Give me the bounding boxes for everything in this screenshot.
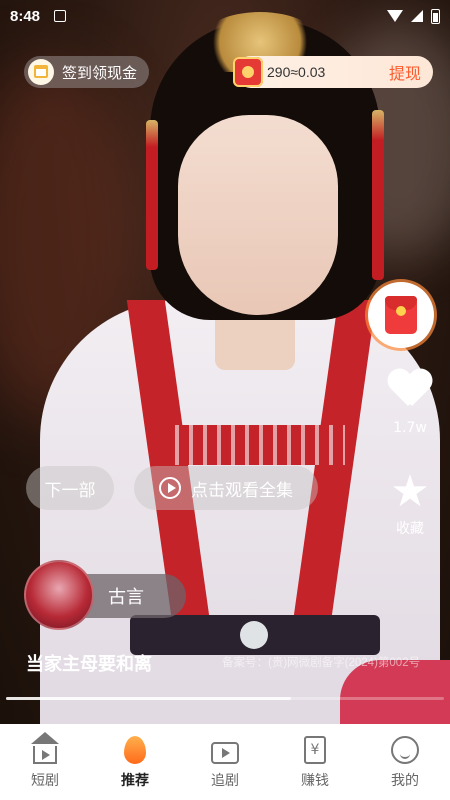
heart-icon [388,370,432,410]
filing-number: 备案号：(贵)网微剧备字(2024)第002号 [222,657,421,669]
nav-label: 推荐 [121,773,149,789]
video-progress-bar[interactable] [6,697,444,700]
jade-ornament [240,621,268,649]
wifi-icon [387,10,403,22]
nav-label: 追剧 [211,773,239,789]
next-drama-label: 下一部 [44,480,96,501]
checkin-label: 签到领现金 [62,63,138,82]
like-button[interactable]: 1.7w [380,370,440,436]
nav-label: 短剧 [31,773,59,789]
robe-embroidery [165,425,345,465]
play-icon [159,477,181,499]
favorite-label: 收藏 [396,521,424,537]
status-bar: 8:48 [0,0,450,32]
nav-item-follow[interactable]: 追剧 [180,724,270,800]
watch-all-label: 点击观看全集 [191,480,293,501]
nav-item-earn[interactable]: ¥ 赚钱 [270,724,360,800]
sim-icon [54,10,67,22]
tassel-right [372,110,384,280]
actress-face [178,115,338,315]
genre-label: 古言 [108,587,144,608]
signal-icon [411,10,423,22]
watch-all-button[interactable]: 点击观看全集 [134,466,318,510]
nav-item-me[interactable]: 我的 [360,724,450,800]
drama-title[interactable]: 当家主母要和离 [26,650,152,676]
withdraw-banner[interactable]: 290≈0.03 提现 [233,56,433,88]
profile-icon [391,736,419,764]
bottom-nav: 短剧 推荐 追剧 ¥ 赚钱 我的 [0,724,450,800]
drama-poster-avatar[interactable] [24,560,94,630]
video-progress-fill [6,697,291,700]
flame-icon [124,736,146,764]
withdraw-button[interactable]: 提现 [389,60,421,84]
red-packet-icon [233,57,263,87]
tv-icon [211,742,239,764]
red-packet-button[interactable] [368,282,434,348]
next-drama-button[interactable]: 下一部 [26,466,114,510]
like-count: 1.7w [393,420,427,436]
calendar-icon [28,59,54,85]
nav-label: 我的 [391,773,419,789]
nav-item-short-drama[interactable]: 短剧 [0,724,90,800]
battery-icon [431,8,440,24]
red-envelope-icon [385,296,417,334]
coins-text: 290≈0.03 [267,64,326,80]
tassel-left [146,120,158,270]
nav-item-recommend[interactable]: 推荐 [90,724,180,800]
nav-label: 赚钱 [301,773,329,789]
favorite-button[interactable]: ★ 收藏 [380,470,440,538]
short-drama-icon [31,732,59,764]
star-icon: ★ [390,466,430,517]
status-time: 8:48 [10,7,41,25]
money-icon: ¥ [304,736,326,764]
checkin-button[interactable]: 签到领现金 [24,56,150,88]
robe-belt [130,615,380,655]
